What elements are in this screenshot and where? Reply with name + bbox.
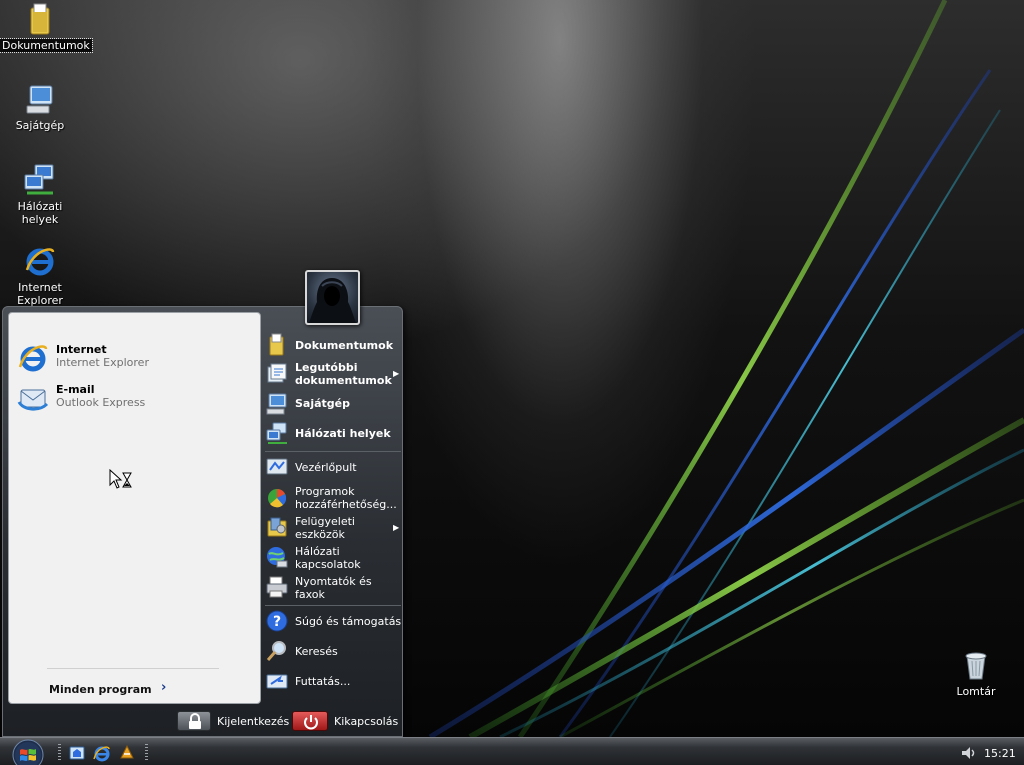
lock-icon bbox=[177, 711, 211, 731]
pinned-item-email[interactable]: E-mail Outlook Express bbox=[15, 381, 255, 415]
menu-item-label: Hálózati helyek bbox=[295, 427, 391, 440]
my-computer-icon bbox=[26, 85, 53, 114]
submenu-arrow-icon: ▶ bbox=[393, 523, 400, 532]
pinned-item-title: Internet bbox=[56, 343, 107, 356]
internet-explorer-icon bbox=[18, 345, 48, 372]
menu-item-documents[interactable]: Dokumentumok bbox=[265, 333, 403, 357]
menu-item-my-computer[interactable]: Sajátgép bbox=[265, 391, 403, 415]
menu-item-control-panel[interactable]: Vezérlőpult bbox=[265, 455, 403, 479]
help-icon: ? bbox=[266, 610, 288, 632]
shutdown-label: Kikapcsolás bbox=[334, 715, 399, 728]
pinned-item-subtitle: Internet Explorer bbox=[56, 356, 149, 369]
menu-item-admin-tools[interactable]: Felügyeleti eszközök ▶ bbox=[265, 515, 403, 543]
start-menu-left-pane: Internet Internet Explorer E-mail Outloo… bbox=[8, 312, 261, 704]
network-connections-icon bbox=[267, 547, 288, 568]
menu-item-network-connections[interactable]: Hálózati kapcsolatok bbox=[265, 545, 403, 573]
shutdown-button[interactable]: Kikapcsolás bbox=[292, 711, 399, 733]
logoff-button[interactable]: Kijelentkezés bbox=[177, 711, 290, 733]
my-computer-icon bbox=[266, 393, 287, 415]
menu-item-label: Futtatás... bbox=[295, 675, 351, 688]
hooded-figure-avatar bbox=[309, 278, 356, 323]
menu-item-label: Keresés bbox=[295, 645, 338, 658]
desktop-icon-my-computer[interactable]: Sajátgép bbox=[0, 82, 80, 132]
menu-item-help[interactable]: ? Súgó és támogatás bbox=[265, 609, 403, 633]
menu-item-label: Legutóbbi dokumentumok bbox=[295, 361, 392, 387]
start-menu-bottom-bar: Kijelentkezés Kikapcsolás bbox=[2, 707, 402, 737]
busy-cursor-icon bbox=[109, 469, 132, 489]
documents-folder-icon bbox=[30, 3, 50, 35]
system-tray: 15:21 bbox=[950, 738, 1024, 765]
start-button[interactable] bbox=[8, 739, 48, 765]
menu-item-program-access[interactable]: Programok hozzáférhetőség... bbox=[265, 485, 403, 513]
taskbar-clock[interactable]: 15:21 bbox=[984, 747, 1016, 760]
taskbar: 15:21 bbox=[0, 737, 1024, 765]
show-desktop-icon[interactable] bbox=[68, 744, 86, 762]
logoff-label: Kijelentkezés bbox=[217, 715, 290, 728]
menu-item-printers[interactable]: Nyomtatók és faxok bbox=[265, 575, 403, 603]
desktop-icon-recycle-bin[interactable]: Lomtár bbox=[936, 648, 1016, 698]
menu-item-search[interactable]: Keresés bbox=[265, 639, 403, 663]
chevron-right-icon: › bbox=[161, 680, 167, 695]
internet-explorer-icon bbox=[25, 248, 55, 276]
pinned-item-internet[interactable]: Internet Internet Explorer bbox=[15, 341, 255, 375]
right-column-separator bbox=[265, 605, 401, 606]
menu-item-network-places[interactable]: Hálózati helyek bbox=[265, 421, 403, 445]
right-column-separator bbox=[265, 451, 401, 452]
desktop-icon-label: Sajátgép bbox=[15, 119, 65, 132]
desktop-icon-label: Dokumentumok bbox=[0, 38, 93, 53]
menu-item-label: Felügyeleti eszközök bbox=[295, 515, 355, 541]
volume-icon[interactable] bbox=[960, 744, 978, 762]
menu-item-label: Programok hozzáférhetőség... bbox=[295, 485, 397, 511]
menu-item-recent-documents[interactable]: Legutóbbi dokumentumok ▶ bbox=[265, 361, 403, 389]
outlook-express-icon bbox=[17, 389, 49, 411]
printers-icon bbox=[266, 576, 288, 598]
taskbar-grip[interactable] bbox=[145, 744, 148, 760]
program-access-icon bbox=[268, 489, 287, 508]
desktop-icon-documents[interactable]: Dokumentumok bbox=[0, 2, 93, 53]
search-icon bbox=[266, 641, 286, 661]
menu-item-label: Vezérlőpult bbox=[295, 461, 357, 474]
documents-folder-icon bbox=[269, 333, 284, 356]
control-panel-icon bbox=[266, 458, 288, 475]
desktop-icon-label: Internet Explorer bbox=[17, 281, 63, 307]
desktop-icon-internet-explorer[interactable]: Internet Explorer bbox=[0, 244, 80, 307]
windows-logo-icon bbox=[12, 739, 44, 765]
pinned-item-subtitle: Outlook Express bbox=[56, 396, 146, 409]
pinned-item-title: E-mail bbox=[56, 383, 95, 396]
menu-item-label: Sajátgép bbox=[295, 397, 351, 410]
menu-item-run[interactable]: Futtatás... bbox=[265, 669, 403, 693]
all-programs-button[interactable]: Minden program bbox=[49, 683, 152, 696]
admin-tools-icon bbox=[267, 517, 287, 537]
media-player-icon[interactable] bbox=[118, 744, 136, 762]
menu-item-label: Nyomtatók és faxok bbox=[295, 575, 372, 601]
internet-explorer-icon[interactable] bbox=[93, 744, 111, 762]
start-menu: Internet Internet Explorer E-mail Outloo… bbox=[2, 306, 403, 737]
user-account-picture[interactable] bbox=[305, 270, 360, 325]
left-pane-separator bbox=[47, 668, 219, 669]
submenu-arrow-icon: ▶ bbox=[393, 369, 400, 378]
desktop-icon-label: Lomtár bbox=[956, 685, 996, 698]
menu-item-label: Dokumentumok bbox=[295, 339, 394, 352]
network-places-icon bbox=[24, 164, 54, 195]
run-icon bbox=[266, 674, 288, 689]
desktop-icon-label: Hálózati helyek bbox=[17, 200, 63, 226]
taskbar-grip[interactable] bbox=[58, 744, 61, 760]
recycle-bin-icon bbox=[965, 652, 987, 680]
svg-text:?: ? bbox=[273, 614, 281, 630]
menu-item-label: Súgó és támogatás bbox=[295, 615, 402, 628]
power-icon bbox=[292, 711, 328, 731]
network-places-icon bbox=[266, 422, 287, 444]
menu-item-label: Hálózati kapcsolatok bbox=[295, 545, 361, 571]
recent-documents-icon bbox=[267, 363, 287, 383]
desktop-icon-network-places[interactable]: Hálózati helyek bbox=[0, 163, 80, 226]
